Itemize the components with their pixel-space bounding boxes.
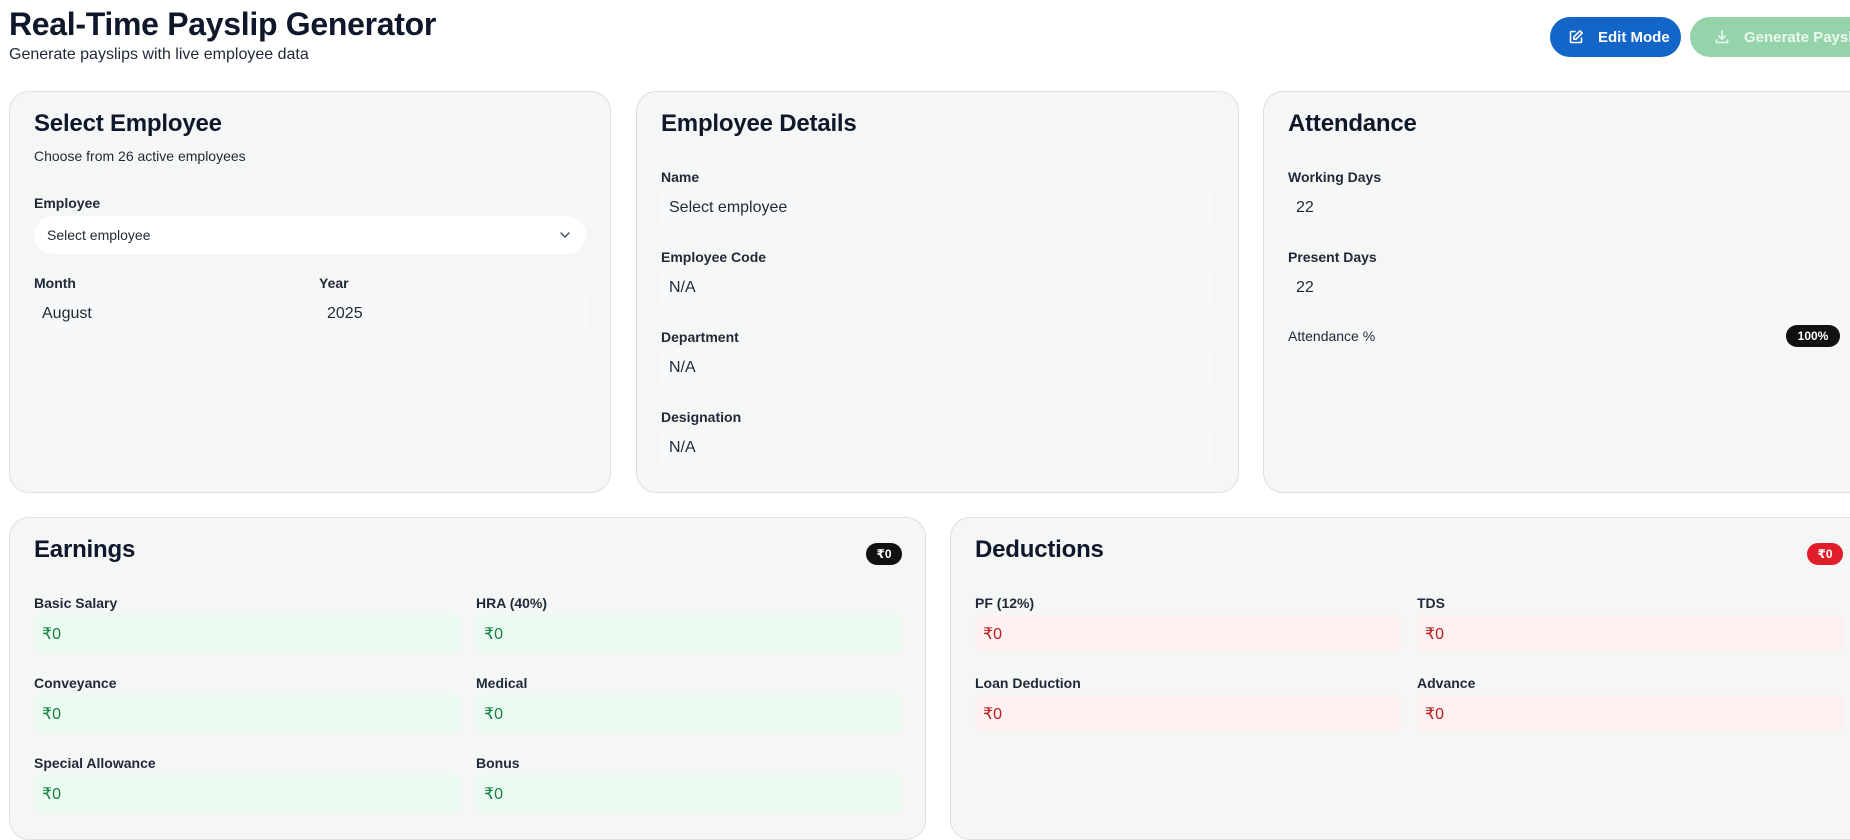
month-field[interactable]: August (34, 295, 304, 333)
working-days-label: Working Days (1288, 169, 1382, 185)
loan-deduction-field[interactable]: ₹0 (975, 695, 1401, 733)
advance-field[interactable]: ₹0 (1417, 695, 1843, 733)
deductions-total-badge: ₹0 (1807, 543, 1843, 565)
employee-select-value: Select employee (47, 227, 151, 243)
bonus-label: Bonus (476, 755, 520, 771)
hra-field[interactable]: ₹0 (476, 615, 902, 653)
employee-details-title: Employee Details (661, 110, 857, 137)
hra-label: HRA (40%) (476, 595, 548, 611)
attendance-card: Attendance Working Days 22 Present Days … (1263, 91, 1850, 493)
employee-code-label: Employee Code (661, 249, 767, 265)
earnings-total-badge: ₹0 (866, 543, 902, 565)
basic-salary-field[interactable]: ₹0 (34, 615, 460, 653)
employee-details-card: Employee Details Name Select employee Em… (636, 91, 1239, 493)
loan-deduction-label: Loan Deduction (975, 675, 1081, 691)
conveyance-field[interactable]: ₹0 (34, 695, 460, 733)
special-allowance-label: Special Allowance (34, 755, 156, 771)
name-field[interactable]: Select employee (661, 189, 1213, 227)
designation-label: Designation (661, 409, 742, 425)
department-label: Department (661, 329, 739, 345)
generate-payslip-button[interactable]: Generate Payslip (1690, 17, 1850, 57)
attendance-percent-badge: 100% (1786, 325, 1840, 347)
page-title: Real-Time Payslip Generator (9, 6, 437, 42)
bonus-field[interactable]: ₹0 (476, 775, 902, 813)
department-field[interactable]: N/A (661, 349, 1213, 387)
year-label: Year (319, 275, 349, 291)
present-days-label: Present Days (1288, 249, 1377, 265)
tds-field[interactable]: ₹0 (1417, 615, 1843, 653)
special-allowance-field[interactable]: ₹0 (34, 775, 460, 813)
pf-label: PF (12%) (975, 595, 1035, 611)
employee-label: Employee (34, 195, 101, 211)
month-label: Month (34, 275, 76, 291)
working-days-field[interactable]: 22 (1288, 189, 1840, 227)
tds-label: TDS (1417, 595, 1445, 611)
name-label: Name (661, 169, 700, 185)
generate-payslip-label: Generate Payslip (1744, 28, 1850, 46)
designation-field[interactable]: N/A (661, 429, 1213, 467)
pf-field[interactable]: ₹0 (975, 615, 1401, 653)
attendance-percent-label: Attendance % (1288, 328, 1376, 344)
chevron-down-icon (560, 232, 570, 238)
employee-select[interactable]: Select employee (34, 216, 586, 254)
employee-code-field[interactable]: N/A (661, 269, 1213, 307)
advance-label: Advance (1417, 675, 1476, 691)
edit-mode-button[interactable]: Edit Mode (1550, 17, 1681, 57)
select-employee-card: Select Employee Choose from 26 active em… (9, 91, 611, 493)
deductions-card: Deductions ₹0 PF (12%) ₹0 TDS ₹0 Loan De… (950, 517, 1850, 840)
edit-mode-label: Edit Mode (1598, 28, 1670, 46)
edit-icon (1569, 30, 1583, 44)
attendance-title: Attendance (1288, 110, 1417, 137)
page-subtitle: Generate payslips with live employee dat… (9, 46, 309, 63)
conveyance-label: Conveyance (34, 675, 117, 691)
download-icon (1715, 30, 1729, 44)
medical-label: Medical (476, 675, 528, 691)
earnings-card: Earnings ₹0 Basic Salary ₹0 HRA (40%) ₹0… (9, 517, 926, 840)
medical-field[interactable]: ₹0 (476, 695, 902, 733)
present-days-field[interactable]: 22 (1288, 269, 1840, 307)
year-field[interactable]: 2025 (319, 295, 589, 333)
deductions-title: Deductions (975, 536, 1104, 563)
select-employee-title: Select Employee (34, 110, 222, 137)
earnings-title: Earnings (34, 536, 136, 563)
active-employees-count: Choose from 26 active employees (34, 148, 246, 164)
basic-salary-label: Basic Salary (34, 595, 118, 611)
